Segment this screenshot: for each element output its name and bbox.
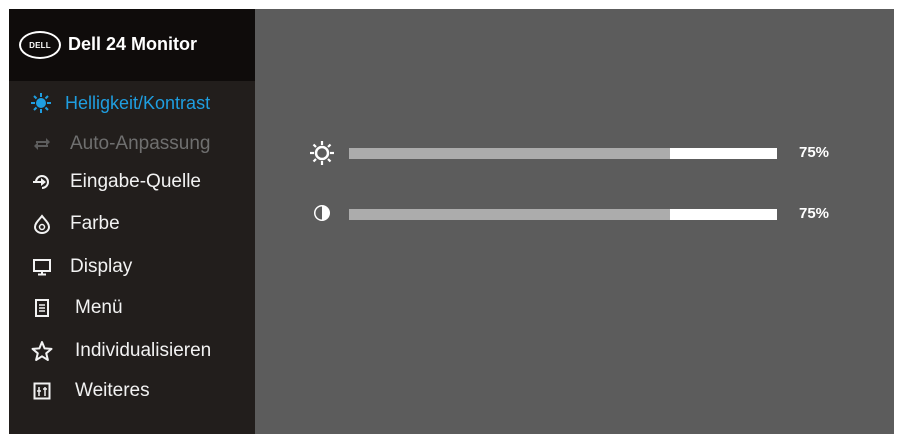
menu-item-color[interactable]: Farbe <box>9 205 255 243</box>
color-icon <box>31 213 53 235</box>
brightness-contrast-icon <box>30 92 52 114</box>
menu-item-label: Eingabe-Quelle <box>70 171 201 192</box>
contrast-row: 75% <box>309 205 844 225</box>
menu-item-auto-adjust: Auto-Anpassung <box>9 125 255 163</box>
menu-item-display[interactable]: Display <box>9 248 255 286</box>
menu-item-label: Farbe <box>70 213 120 234</box>
sun-icon <box>309 140 335 166</box>
brightness-slider[interactable] <box>349 148 777 159</box>
menu-item-label: Auto-Anpassung <box>70 133 211 154</box>
menu-item-menu[interactable]: Menü <box>9 289 255 327</box>
menu-item-brightness-contrast[interactable]: Helligkeit/Kontrast <box>9 84 255 122</box>
contrast-slider[interactable] <box>349 209 777 220</box>
menu-item-others[interactable]: Weiteres <box>9 372 255 410</box>
display-icon <box>31 256 53 278</box>
menu-icon <box>31 297 53 319</box>
monitor-title: Dell 24 Monitor <box>68 34 198 54</box>
star-icon <box>31 340 53 362</box>
menu-item-input-source[interactable]: Eingabe-Quelle <box>9 163 255 201</box>
menu-item-label: Display <box>70 256 133 277</box>
osd-header: DELL Dell 24 Monitor <box>9 9 255 81</box>
input-source-icon <box>31 171 53 193</box>
brightness-slider-fill <box>349 148 670 159</box>
sidebar: DELL Dell 24 Monitor Helligkeit/Kontrast <box>9 9 255 434</box>
others-icon <box>31 380 53 402</box>
auto-adjust-icon <box>31 133 53 155</box>
contrast-icon <box>309 201 335 227</box>
menu-item-label: Individualisieren <box>75 340 212 361</box>
brightness-row: 75% <box>309 141 844 165</box>
contrast-value: 75% <box>799 205 830 222</box>
menu-item-personalize[interactable]: Individualisieren <box>9 332 255 370</box>
dell-logo: DELL <box>19 31 61 59</box>
brightness-value: 75% <box>799 144 830 161</box>
menu-item-label: Weiteres <box>75 380 150 401</box>
osd-window: DELL Dell 24 Monitor Helligkeit/Kontrast <box>9 9 894 434</box>
menu-item-label: Helligkeit/Kontrast <box>65 92 211 113</box>
menu-item-label: Menü <box>75 297 123 318</box>
contrast-slider-fill <box>349 209 670 220</box>
